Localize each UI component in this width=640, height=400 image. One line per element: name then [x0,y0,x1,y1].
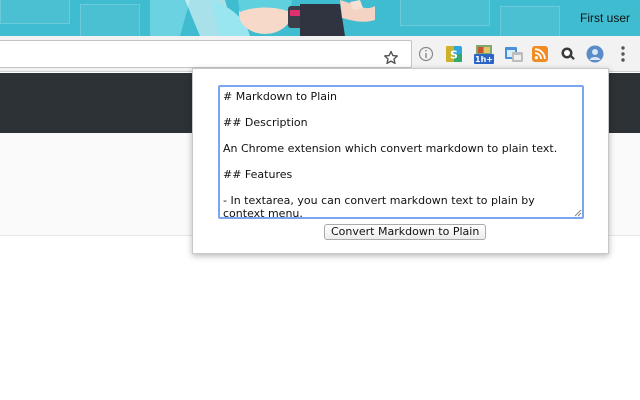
svg-text:S: S [450,49,458,62]
markdown-textarea[interactable]: # Markdown to Plain ## Description An Ch… [218,85,584,219]
theme-tile [0,0,70,24]
resize-grip-icon[interactable] [573,208,582,217]
star-icon[interactable] [383,50,399,66]
browser-theme-bar: First user [0,0,640,36]
info-icon[interactable] [418,46,434,62]
s-extension-icon[interactable]: S [446,46,462,62]
avatar-extension-icon[interactable] [586,45,604,63]
search-extension-icon[interactable] [560,46,576,62]
extension-popup: # Markdown to Plain ## Description An Ch… [192,68,609,254]
theme-tile [80,4,140,36]
rss-icon[interactable] [532,46,548,62]
omnibox[interactable] [0,40,412,68]
profile-name[interactable]: First user [580,11,630,25]
kebab-menu-icon[interactable] [619,45,627,63]
1h-extension-icon[interactable]: 1h+ [474,44,494,64]
theme-tile [500,6,560,36]
browser-toolbar: S 1h+ [0,36,640,72]
theme-character-art [150,0,375,36]
theme-tile [400,0,490,26]
svg-text:1h+: 1h+ [475,55,493,64]
convert-markdown-button[interactable]: Convert Markdown to Plain [324,224,487,240]
window-extension-icon[interactable] [504,44,524,64]
